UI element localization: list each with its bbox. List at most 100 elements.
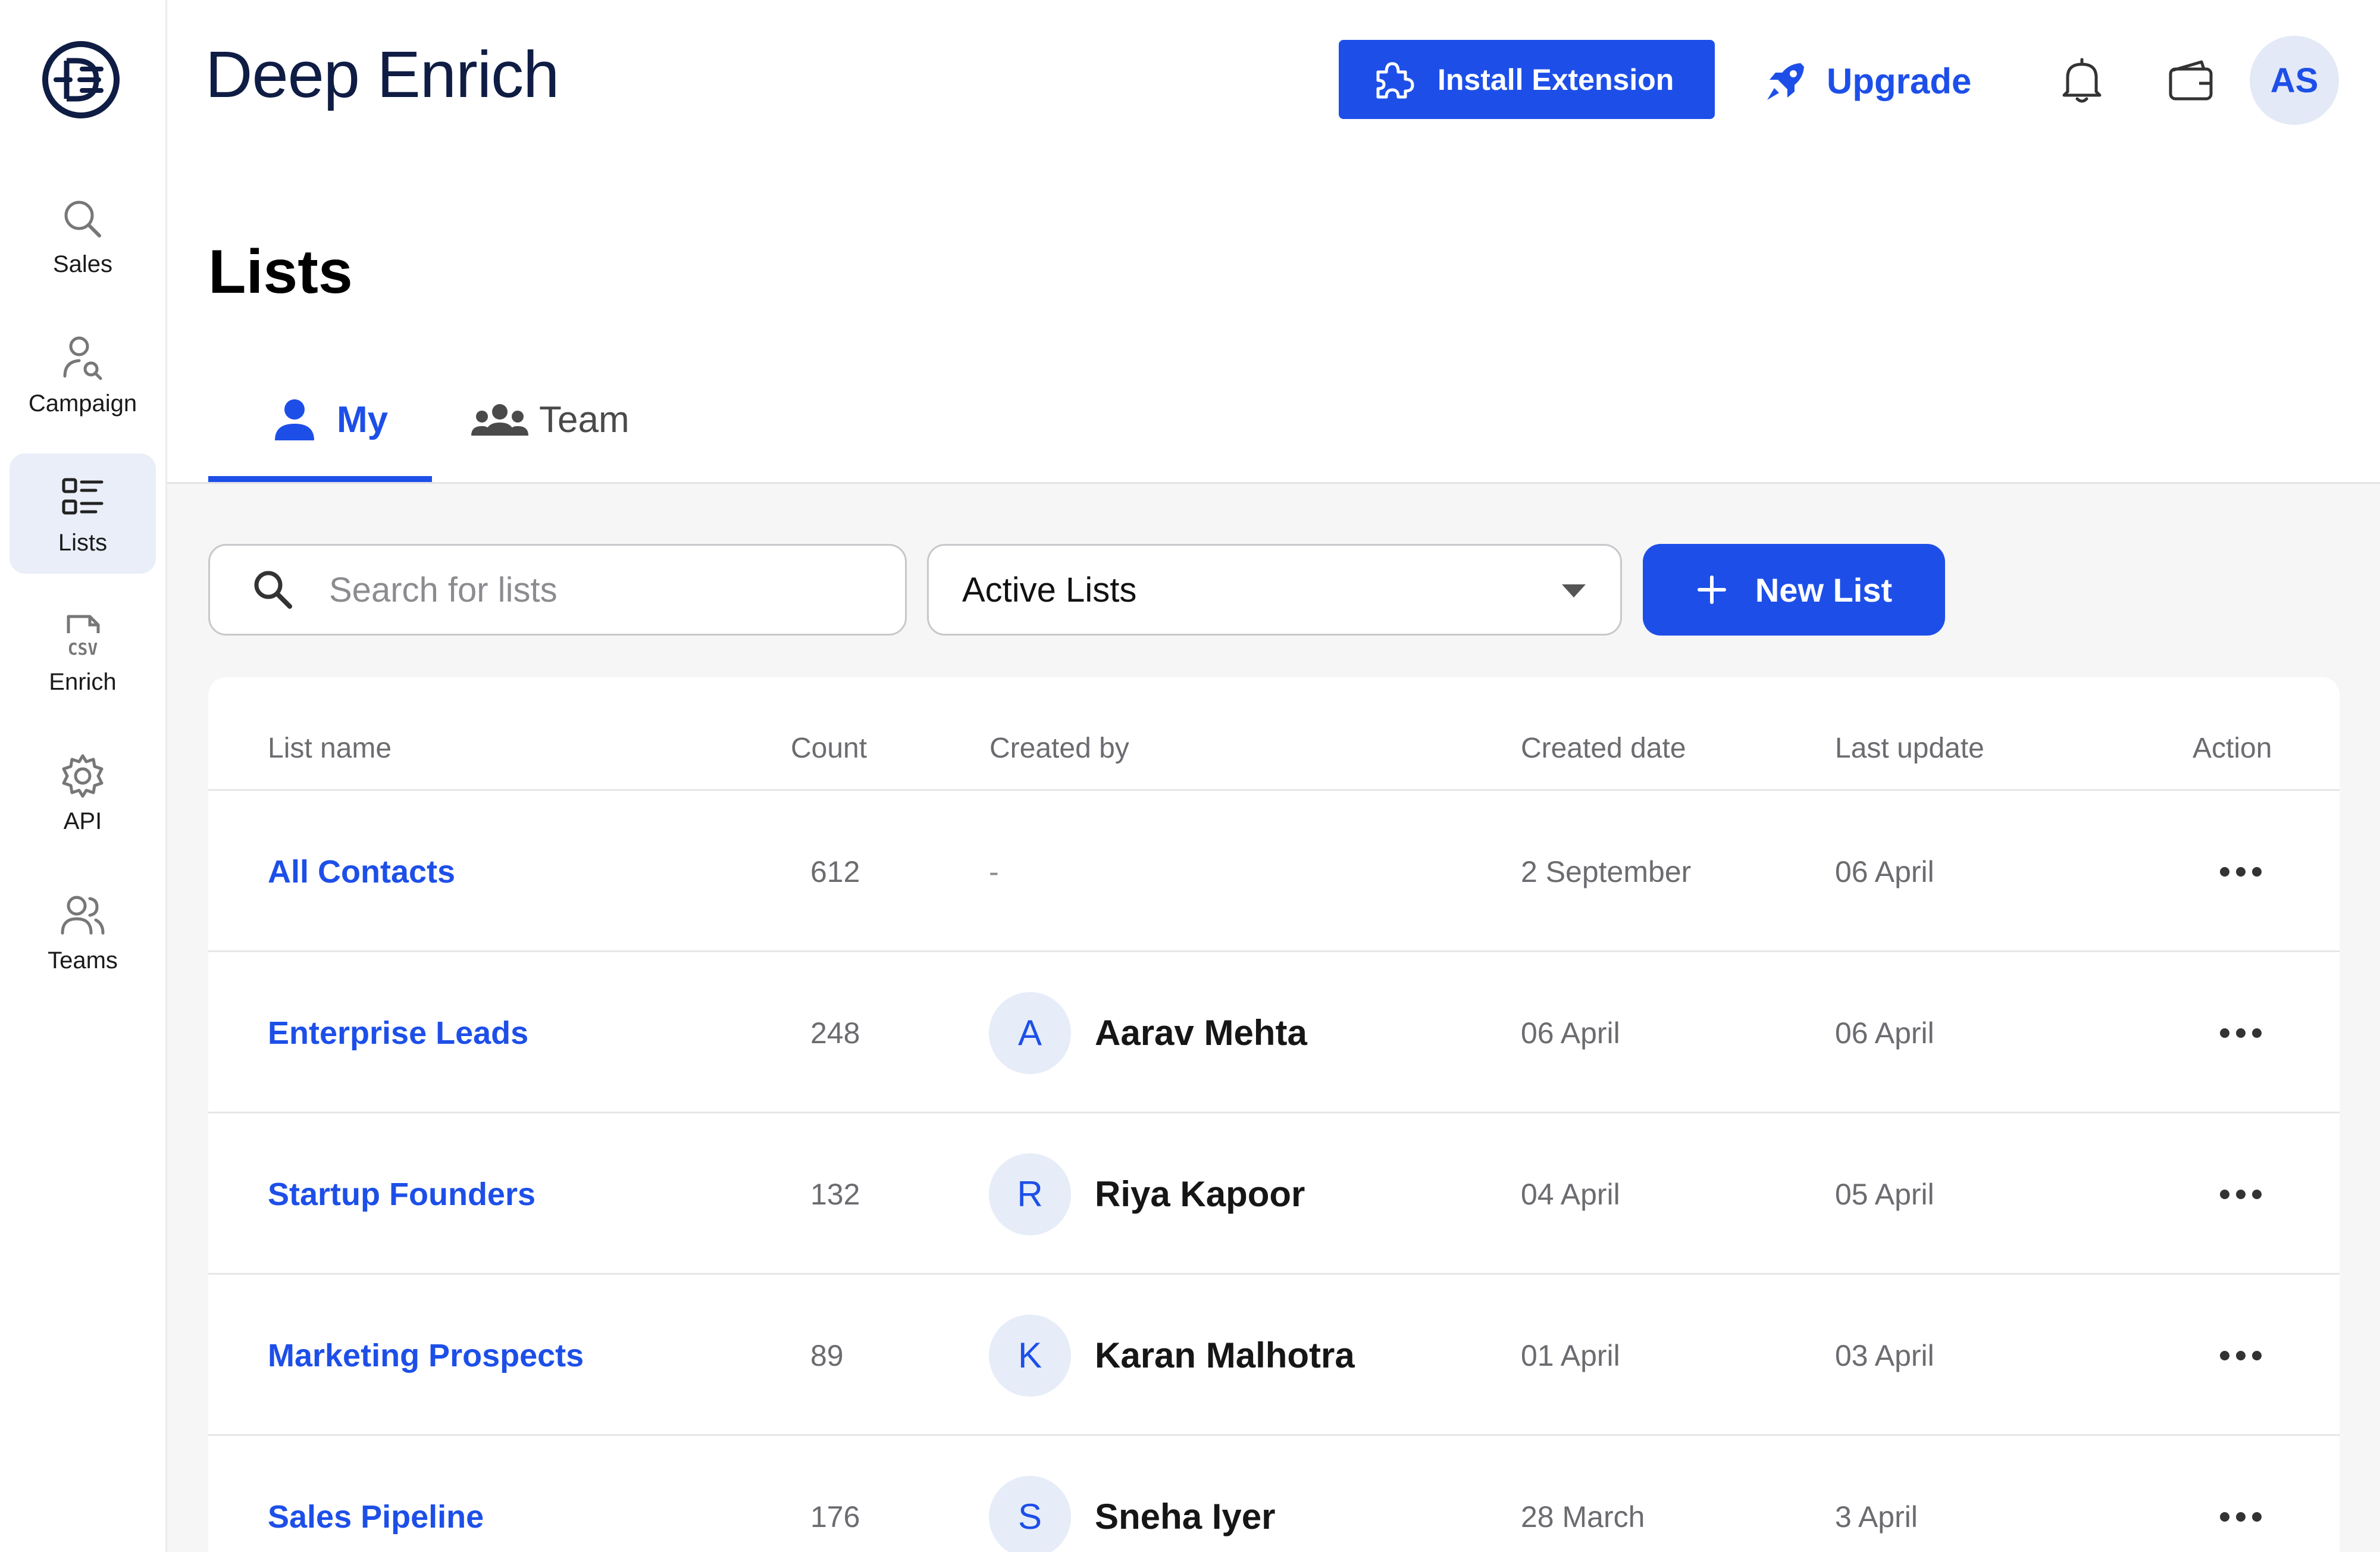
notification-bell-icon[interactable]	[2055, 54, 2109, 108]
sidebar-item-label: API	[63, 808, 102, 834]
sidebar-item-label: Teams	[48, 947, 118, 974]
list-name-link[interactable]: Sales Pipeline	[268, 1436, 484, 1552]
row-actions-button[interactable]	[2205, 952, 2276, 1113]
puzzle-icon	[1372, 58, 1416, 102]
search-icon	[57, 193, 109, 245]
created-by: S Sneha Iyer	[989, 1436, 1276, 1552]
table-row[interactable]: Enterprise Leads 248 A Aarav Mehta 06 Ap…	[208, 952, 2340, 1113]
created-by-name: Aarav Mehta	[1095, 1013, 1307, 1053]
chevron-down-icon	[1561, 582, 1587, 599]
app-brand-name: Deep Enrich	[205, 38, 559, 111]
list-name-link[interactable]: Startup Founders	[268, 1113, 536, 1275]
sidebar-item-teams[interactable]: Teams	[10, 871, 156, 991]
more-options-icon	[2219, 866, 2262, 877]
created-date: 06 April	[1521, 1016, 1620, 1050]
install-extension-label: Install Extension	[1438, 62, 1674, 96]
person-icon	[268, 393, 321, 446]
list-name-link[interactable]: Marketing Prospects	[268, 1275, 584, 1436]
created-date: 04 April	[1521, 1177, 1620, 1211]
row-actions-button[interactable]	[2205, 791, 2276, 952]
table-row[interactable]: Sales Pipeline 176 S Sneha Iyer 28 March…	[208, 1436, 2340, 1552]
sidebar-item-label: Lists	[58, 529, 108, 556]
created-by: -	[989, 791, 999, 952]
row-actions-button[interactable]	[2205, 1436, 2276, 1552]
tab-my-label: My	[337, 399, 389, 440]
column-header-created-by[interactable]: Created by	[989, 732, 1129, 765]
column-header-count[interactable]: Count	[791, 732, 867, 765]
sidebar: Sales Campaign Lists CSV Enrich API Team…	[0, 0, 167, 1552]
search-input[interactable]: Search for lists	[208, 544, 907, 636]
more-options-icon	[2219, 1189, 2262, 1200]
created-by: R Riya Kapoor	[989, 1113, 1305, 1275]
sidebar-item-lists[interactable]: Lists	[10, 453, 156, 574]
list-status-selected: Active Lists	[962, 570, 1137, 609]
created-by-name: Sneha Iyer	[1095, 1497, 1276, 1537]
rocket-icon	[1761, 56, 1811, 106]
page-title: Lists	[208, 237, 353, 306]
creator-avatar: R	[989, 1153, 1071, 1235]
column-header-created-date[interactable]: Created date	[1521, 732, 1686, 765]
wallet-icon[interactable]	[2163, 54, 2218, 108]
tab-my[interactable]: My	[268, 387, 388, 452]
last-update: 03 April	[1835, 1338, 1934, 1372]
list-status-select[interactable]: Active Lists	[927, 544, 1622, 636]
last-update: 3 April	[1835, 1500, 1918, 1534]
last-update: 06 April	[1835, 1016, 1934, 1050]
column-header-action: Action	[2193, 733, 2272, 764]
more-options-icon	[2219, 1028, 2262, 1038]
created-date: 01 April	[1521, 1338, 1620, 1372]
sidebar-item-label: Campaign	[28, 390, 137, 417]
list-name-link[interactable]: Enterprise Leads	[268, 952, 528, 1113]
created-by-name: Riya Kapoor	[1095, 1174, 1305, 1214]
person-search-icon	[57, 332, 109, 384]
user-avatar[interactable]: AS	[2250, 36, 2339, 125]
deep-enrich-logo-icon[interactable]	[39, 38, 123, 121]
list-count: 248	[810, 1016, 860, 1050]
tab-team-label: Team	[539, 399, 630, 440]
upgrade-label: Upgrade	[1827, 61, 1972, 101]
gear-icon	[57, 750, 109, 802]
more-options-icon	[2219, 1512, 2262, 1522]
list-name-link[interactable]: All Contacts	[268, 791, 455, 952]
sidebar-item-campaign[interactable]: Campaign	[10, 314, 156, 434]
svg-text:CSV: CSV	[68, 639, 98, 659]
created-date: 2 September	[1521, 855, 1692, 888]
created-by: A Aarav Mehta	[989, 952, 1307, 1113]
top-header: Deep Enrich Install Extension Upgrade AS	[167, 0, 2380, 159]
list-count: 612	[810, 855, 860, 888]
table-row[interactable]: Marketing Prospects 89 K Karan Malhotra …	[208, 1275, 2340, 1436]
list-count: 176	[810, 1500, 860, 1534]
creator-avatar: K	[989, 1314, 1071, 1397]
sidebar-item-label: Sales	[52, 251, 113, 277]
row-actions-button[interactable]	[2205, 1113, 2276, 1275]
created-by: K Karan Malhotra	[989, 1275, 1355, 1436]
sidebar-item-api[interactable]: API	[10, 732, 156, 852]
column-header-list-name[interactable]: List name	[268, 732, 392, 765]
row-actions-button[interactable]	[2205, 1275, 2276, 1436]
search-icon	[249, 566, 297, 614]
last-update: 05 April	[1835, 1177, 1934, 1211]
search-placeholder: Search for lists	[329, 570, 558, 609]
more-options-icon	[2219, 1350, 2262, 1361]
install-extension-button[interactable]: Install Extension	[1339, 40, 1715, 119]
tab-team[interactable]: Team	[470, 387, 630, 452]
sidebar-item-enrich[interactable]: CSV Enrich	[10, 593, 156, 713]
creator-avatar: S	[989, 1475, 1071, 1552]
creator-avatar: A	[989, 991, 1071, 1074]
created-by-name: Karan Malhotra	[1095, 1335, 1355, 1375]
last-update: 06 April	[1835, 855, 1934, 888]
list-count: 132	[810, 1177, 860, 1211]
plus-icon	[1696, 574, 1728, 606]
list-icon	[57, 471, 109, 524]
column-header-last-update[interactable]: Last update	[1835, 732, 1984, 765]
sidebar-item-label: Enrich	[49, 668, 117, 695]
created-date: 28 March	[1521, 1500, 1645, 1534]
table-row[interactable]: All Contacts 612 - 2 September 06 April	[208, 791, 2340, 952]
sidebar-item-sales[interactable]: Sales	[10, 175, 156, 295]
new-list-button[interactable]: New List	[1643, 544, 1945, 636]
people-icon	[57, 889, 109, 941]
active-tab-indicator	[208, 476, 432, 482]
table-row[interactable]: Startup Founders 132 R Riya Kapoor 04 Ap…	[208, 1113, 2340, 1275]
created-by-name: -	[989, 855, 999, 888]
upgrade-link[interactable]: Upgrade	[1761, 51, 1971, 111]
